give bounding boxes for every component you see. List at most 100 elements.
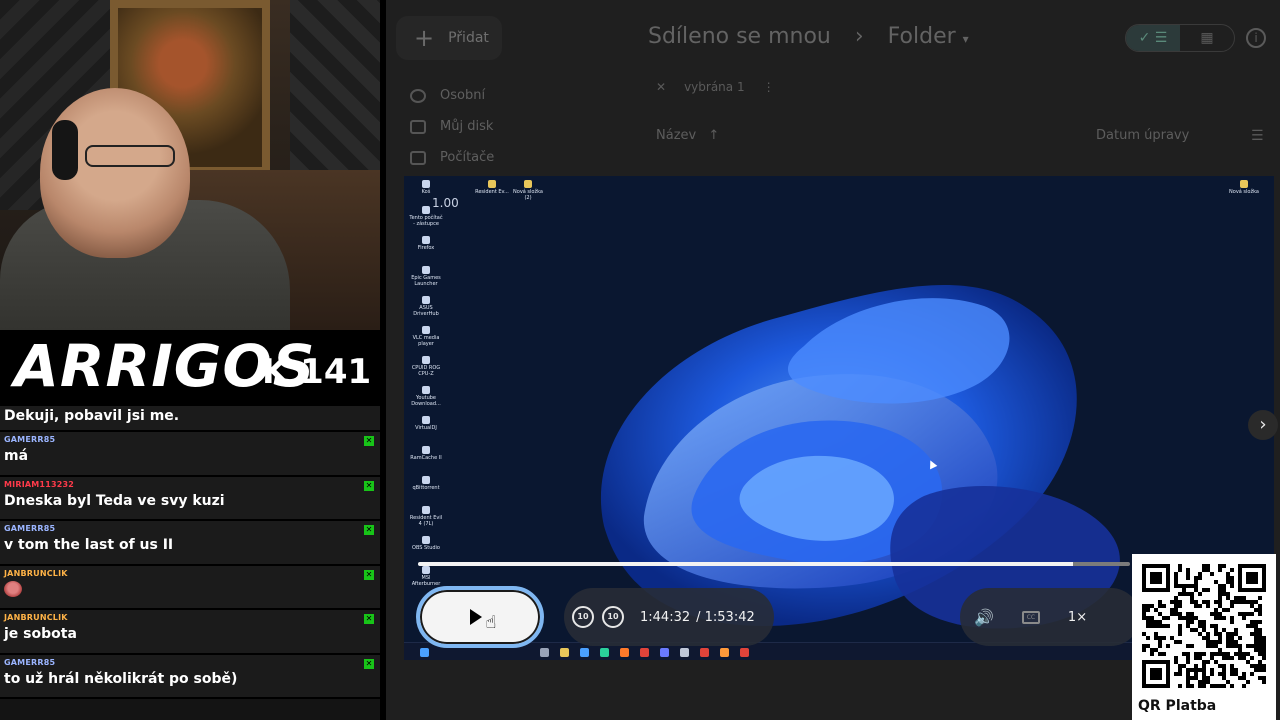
chat-panel: Dekuji, pobavil jsi me. GAMERR85 ✕ má MIRIA… <box>0 406 380 720</box>
chat-text: v tom the last of us II <box>4 537 174 553</box>
view-toggle: ✓ ☰ ▦ <box>1125 24 1235 52</box>
chat-username: JANBRUNCLIK <box>4 613 68 622</box>
badge-icon: ✕ <box>364 569 374 580</box>
desktop-icon: OBS Studio <box>408 536 444 551</box>
chat-username: GAMERR85 <box>4 524 56 533</box>
breadcrumb: Sdíleno se mnou › Folder ▾ <box>648 24 969 49</box>
chat-message: GAMERR85 ✕ v tom the last of us II <box>0 521 380 566</box>
selection-bar: ✕ vybrána 1 ⋮ <box>656 80 775 94</box>
start-icon <box>420 648 429 657</box>
desktop-icon: RamCache II <box>408 446 444 461</box>
badge-icon: ✕ <box>364 614 374 624</box>
list-icon: ✓ ☰ <box>1138 30 1168 46</box>
plus-icon: + <box>414 24 435 52</box>
breadcrumb-current[interactable]: Folder ▾ <box>888 24 969 49</box>
desktop-icon: Resident Evil 4 (7L) <box>408 506 444 527</box>
speed-button[interactable]: 1× <box>1068 610 1087 625</box>
nav-label: Můj disk <box>440 119 494 134</box>
hand-pointer-icon: ☝ <box>485 611 497 633</box>
taskbar-icon <box>700 648 709 657</box>
sort-icon[interactable]: ☰ <box>1251 128 1264 144</box>
forward-10-icon[interactable]: 10 <box>602 606 624 628</box>
badge-icon: ✕ <box>364 436 374 446</box>
taskbar-icon <box>580 648 589 657</box>
captions-icon[interactable]: CC <box>1021 610 1040 624</box>
qr-payment-overlay: QR Platba <box>1132 554 1276 720</box>
taskbar-icon <box>640 648 649 657</box>
desktop-icon: Nová složka <box>1226 180 1262 195</box>
playback-controls: 10 10 1:44:32 / 1:53:42 <box>564 588 774 646</box>
taskbar-icon <box>560 648 569 657</box>
badge-icon: ✕ <box>364 480 374 491</box>
taskbar-icon <box>620 648 629 657</box>
add-button[interactable]: + Přidat <box>396 16 502 60</box>
close-icon[interactable]: ✕ <box>656 80 666 94</box>
volume-icon[interactable]: 🔊 <box>974 608 994 627</box>
column-header-name[interactable]: Název ↑ <box>656 128 719 143</box>
chat-username: GAMERR85 <box>4 657 56 667</box>
desktop-icon: CPUID ROG CPU-Z <box>408 356 444 377</box>
nav-label: Osobní <box>440 88 486 103</box>
nav-item-my-drive[interactable]: Můj disk <box>410 119 493 134</box>
desktop-icon: ASUS DriverHub <box>408 296 444 317</box>
desktop-icon: MSI Afterburner <box>408 566 444 587</box>
play-button[interactable]: ☝ <box>416 586 544 648</box>
channel-logo: ARRIGOS K 141 <box>0 330 380 406</box>
chat-text: to už hrál několikrát po sobě) <box>4 670 238 687</box>
desktop-icon: Tento počítač - zástupce <box>408 206 444 227</box>
grid-view-button[interactable]: ▦ <box>1180 25 1234 51</box>
more-vert-icon[interactable]: ⋮ <box>763 80 775 94</box>
chat-username: GAMERR85 <box>4 435 56 444</box>
chat-message-partial: Dekuji, pobavil jsi me. <box>0 406 380 432</box>
qr-code <box>1142 564 1266 688</box>
chat-message: JANBRUNCLIK ✕ je sobota <box>0 610 380 655</box>
chevron-right-icon[interactable]: › <box>1248 410 1278 440</box>
emote-icon <box>4 580 22 597</box>
badge-icon: ✕ <box>364 525 374 535</box>
drive-icon <box>410 119 426 134</box>
taskbar-icon <box>720 648 729 657</box>
qr-label: QR Platba <box>1138 698 1217 714</box>
taskbar-icon <box>660 648 669 657</box>
chat-username: MIRIAM113232 <box>4 479 75 489</box>
badge-icon: ✕ <box>364 658 374 669</box>
list-view-button[interactable]: ✓ ☰ <box>1126 25 1180 51</box>
right-controls: 🔊 CC 1× <box>960 588 1140 646</box>
breadcrumb-parent[interactable]: Sdíleno se mnou <box>648 24 831 49</box>
desktop-icon: Epic Games Launcher <box>408 266 444 287</box>
play-icon <box>469 609 482 625</box>
column-header-modified[interactable]: Datum úpravy <box>1096 128 1189 143</box>
add-button-label: Přidat <box>448 30 489 46</box>
nav-item-personal[interactable]: Osobní <box>410 88 485 103</box>
taskbar-icon <box>540 648 549 657</box>
column-name-label: Název <box>656 128 697 143</box>
rewind-10-icon[interactable]: 10 <box>572 606 594 628</box>
chevron-right-icon: › <box>854 24 864 49</box>
arrow-up-icon: ↑ <box>708 128 720 143</box>
taskbar-icon <box>600 648 609 657</box>
taskbar-icon <box>740 648 749 657</box>
selection-count: vybrána 1 <box>684 80 745 94</box>
desktop-icon: Youtube Download... <box>408 386 444 407</box>
chat-message: GAMERR85 ✕ to už hrál několikrát po sobě) <box>0 654 380 699</box>
video-progress-bar[interactable] <box>418 562 1130 566</box>
chat-message: MIRIAM113232 ✕ Dneska byl Teda ve svy kuzi <box>0 476 380 521</box>
desktop-icon: VLC media player <box>408 326 444 347</box>
computer-icon <box>410 150 426 165</box>
grid-icon: ▦ <box>1200 30 1214 46</box>
nav-item-computers[interactable]: Počítače <box>410 150 494 165</box>
person-icon <box>410 88 426 103</box>
caret-down-icon: ▾ <box>962 32 969 46</box>
taskbar-icon <box>680 648 689 657</box>
desktop-icon: qBittorrent <box>408 476 444 491</box>
desktop-icon: Firefox <box>408 236 444 251</box>
chat-message: JANBRUNCLIK ✕ <box>0 565 380 610</box>
webcam-feed <box>0 0 380 330</box>
desktop-icon: Resident Ev... <box>474 180 510 195</box>
nav-label: Počítače <box>440 150 495 165</box>
logo-sub-text: K 141 <box>262 352 372 392</box>
chat-text: je sobota <box>4 626 77 642</box>
total-time: / 1:53:42 <box>696 609 755 625</box>
chat-message: GAMERR85 ✕ má <box>0 432 380 477</box>
info-icon[interactable]: i <box>1246 28 1266 48</box>
